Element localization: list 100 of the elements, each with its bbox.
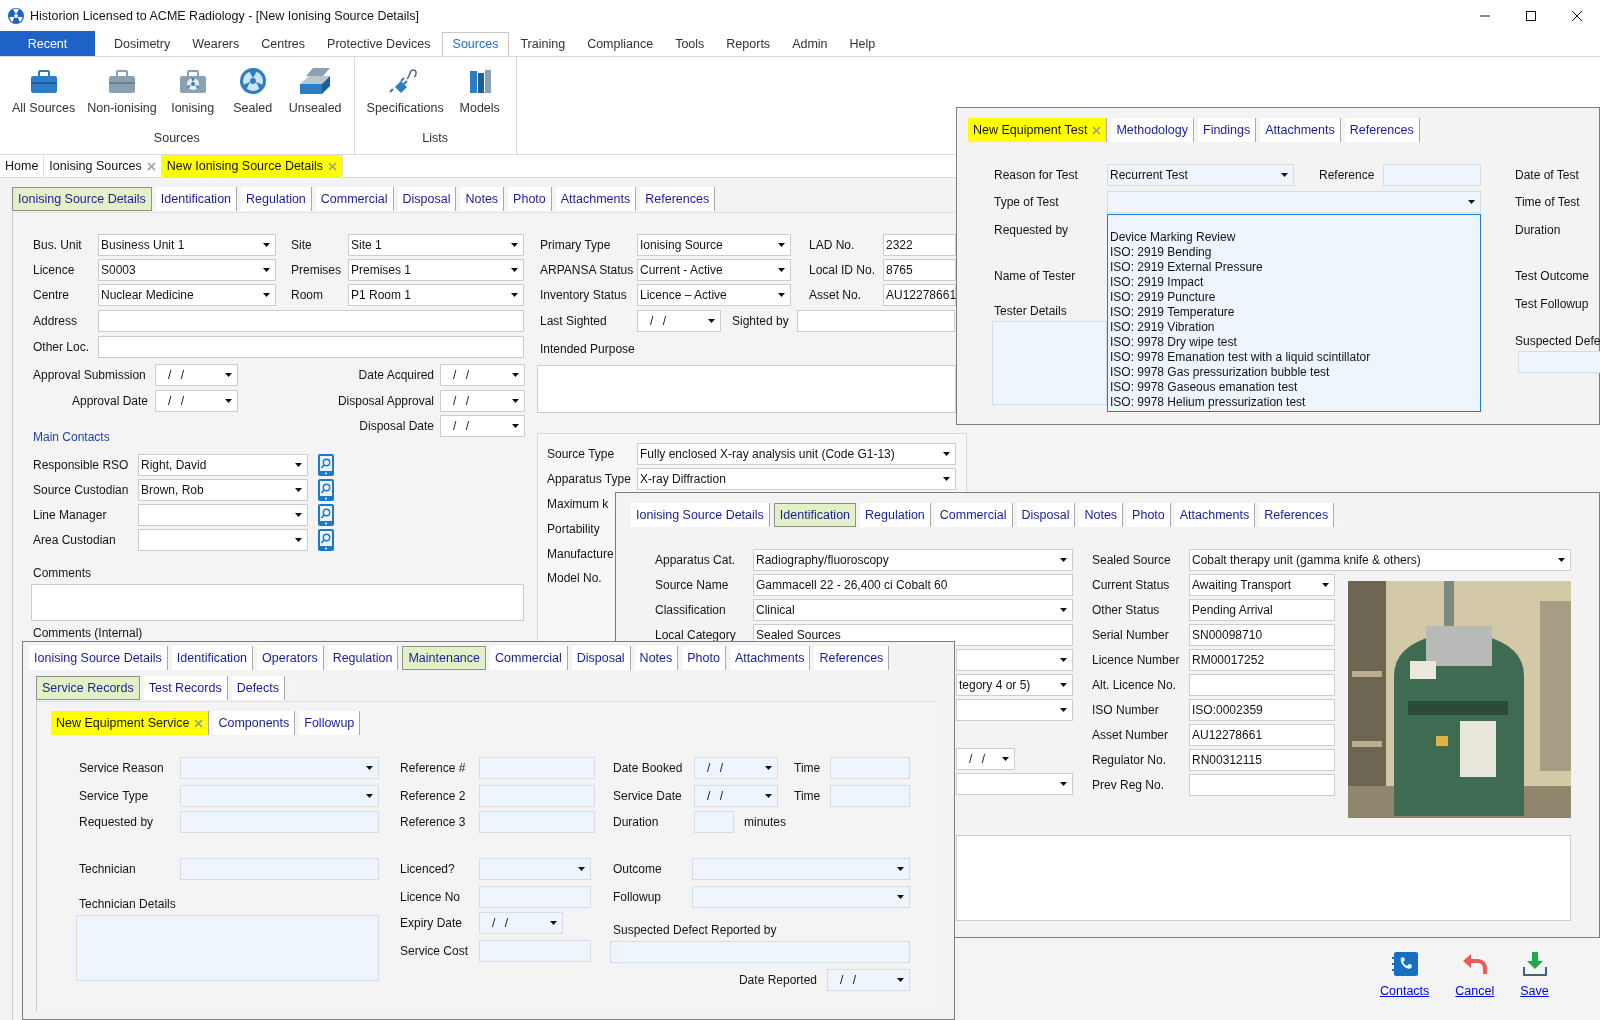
dropdown-field[interactable]: P1 Room 1 <box>348 284 524 306</box>
text-field[interactable]: 2322 <box>883 234 956 256</box>
tab[interactable]: Components <box>213 711 296 735</box>
text-field[interactable] <box>180 858 379 880</box>
recent-button[interactable]: Recent <box>0 31 95 56</box>
text-field[interactable]: AU12278661 <box>1189 724 1335 746</box>
tab[interactable]: Attachments <box>1174 503 1256 527</box>
dropdown-field[interactable] <box>180 757 379 779</box>
tab[interactable]: Findings <box>1198 118 1257 142</box>
dropdown-field[interactable] <box>692 858 910 880</box>
dropdown-field[interactable]: Cobalt therapy unit (gamma knife & others) <box>1189 549 1571 571</box>
dropdown-field[interactable] <box>956 699 1073 721</box>
text-field[interactable] <box>479 940 591 962</box>
tab[interactable]: Notes <box>460 187 505 211</box>
text-field[interactable]: AU12278661 <box>883 284 956 306</box>
tab[interactable]: Regulation <box>327 646 399 670</box>
dropdown-field[interactable] <box>479 858 591 880</box>
dropdown-field[interactable] <box>956 773 1073 795</box>
date-field[interactable]: / / <box>440 390 525 412</box>
menu-tab[interactable]: Reports <box>715 32 782 56</box>
cancel-link[interactable]: Cancel <box>1455 952 1495 998</box>
tab[interactable]: Attachments <box>729 646 811 670</box>
text-field[interactable] <box>479 757 595 779</box>
tab[interactable]: Disposal <box>1016 503 1076 527</box>
tab[interactable]: Followup <box>299 711 361 735</box>
text-field[interactable] <box>98 336 524 358</box>
text-field[interactable] <box>1189 774 1335 796</box>
text-field[interactable]: Pending Arrival <box>1189 599 1335 621</box>
dropdown-field[interactable]: Licence – Active <box>637 284 791 306</box>
dropdown-field[interactable]: tegory 4 or 5) <box>956 674 1073 696</box>
dropdown-option[interactable]: ISO: 9978 Emanation test with a liquid scintillator <box>1110 350 1480 365</box>
text-field[interactable] <box>479 811 595 833</box>
text-field[interactable] <box>830 757 910 779</box>
text-field[interactable] <box>1189 674 1335 696</box>
text-field[interactable] <box>1383 164 1481 186</box>
tab[interactable]: References <box>1259 503 1335 527</box>
menu-tab[interactable]: Admin <box>781 32 839 56</box>
ribbon-button[interactable]: Sealed <box>222 67 283 115</box>
dropdown-field[interactable] <box>180 785 379 807</box>
menu-tab[interactable]: Dosimetry <box>103 32 182 56</box>
date-field[interactable]: / / <box>956 748 1015 770</box>
text-field[interactable] <box>479 886 591 908</box>
date-field[interactable]: / / <box>637 310 721 332</box>
menu-tab[interactable]: Training <box>509 32 577 56</box>
dropdown-field[interactable] <box>138 504 308 526</box>
dropdown-option[interactable]: ISO: 9978 Dry wipe test <box>1110 335 1480 350</box>
tab[interactable]: New Equipment Test <box>968 118 1108 142</box>
tab[interactable]: Attachments <box>555 187 637 211</box>
tab[interactable]: References <box>640 187 716 211</box>
menu-tab[interactable]: Sources <box>441 32 510 56</box>
text-area[interactable] <box>956 835 1571 921</box>
text-field[interactable] <box>610 941 910 963</box>
menu-tab[interactable]: Compliance <box>576 32 665 56</box>
dropdown-field[interactable] <box>692 886 910 908</box>
dropdown-field[interactable]: Site 1 <box>348 234 524 256</box>
search-icon[interactable] <box>318 529 334 551</box>
dropdown-option[interactable]: ISO: 9978 Gaseous emanation test <box>1110 380 1480 395</box>
dropdown-field[interactable]: Clinical <box>753 599 1073 621</box>
date-field[interactable]: / / <box>155 390 238 412</box>
date-field[interactable]: / / <box>694 785 778 807</box>
date-field[interactable]: / / <box>479 912 563 934</box>
text-field[interactable] <box>479 785 595 807</box>
menu-tab[interactable]: Protective Devices <box>316 32 442 56</box>
text-area[interactable] <box>537 365 956 413</box>
tab[interactable]: Identification <box>773 503 857 527</box>
dropdown-field[interactable] <box>956 649 1073 671</box>
contacts-link[interactable]: Contacts <box>1380 952 1430 998</box>
date-field[interactable]: / / <box>155 364 238 386</box>
text-area[interactable] <box>31 584 524 621</box>
save-link[interactable]: Save <box>1520 952 1549 998</box>
ribbon-button[interactable]: Non-ionising <box>81 67 163 115</box>
text-field[interactable]: RN00312115 <box>1189 749 1335 771</box>
dropdown-field[interactable]: Premises 1 <box>348 259 524 281</box>
dropdown-option[interactable]: ISO: 2919 Temperature <box>1110 305 1480 320</box>
date-field[interactable]: / / <box>440 364 525 386</box>
date-field[interactable]: / / <box>694 757 778 779</box>
text-field[interactable]: Gammacell 22 - 26,400 ci Cobalt 60 <box>753 574 1073 596</box>
tab[interactable]: Identification <box>155 187 238 211</box>
dropdown-field[interactable]: X-ray Diffraction <box>637 468 956 490</box>
tab[interactable]: New Equipment Service <box>51 711 210 735</box>
menu-tab[interactable]: Wearers <box>181 32 251 56</box>
dropdown-field[interactable]: S0003 <box>98 259 276 281</box>
tab[interactable]: Notes <box>1079 503 1124 527</box>
tab[interactable]: Defects <box>231 676 286 700</box>
close-icon[interactable] <box>1572 10 1582 21</box>
ribbon-button[interactable]: All Sources <box>6 67 82 115</box>
dropdown-option[interactable]: ISO: 9978 Gas pressurization bubble test <box>1110 365 1480 380</box>
ribbon-button[interactable]: Unsealed <box>282 67 348 115</box>
text-field[interactable] <box>694 811 734 833</box>
dropdown-option[interactable]: ISO: 2919 Bending <box>1110 245 1480 260</box>
search-icon[interactable] <box>318 479 334 501</box>
text-field[interactable] <box>1518 351 1600 373</box>
text-field[interactable] <box>830 785 910 807</box>
tab[interactable]: Notes <box>634 646 679 670</box>
dropdown-field[interactable]: Awaiting Transport <box>1189 574 1335 596</box>
dropdown-option[interactable]: Device Marking Review <box>1110 230 1480 245</box>
dropdown-field[interactable]: Brown, Rob <box>138 479 308 501</box>
text-field[interactable]: SN00098710 <box>1189 624 1335 646</box>
dropdown-field[interactable]: Recurrent Test <box>1107 164 1294 186</box>
text-field[interactable]: 8765 <box>883 259 956 281</box>
